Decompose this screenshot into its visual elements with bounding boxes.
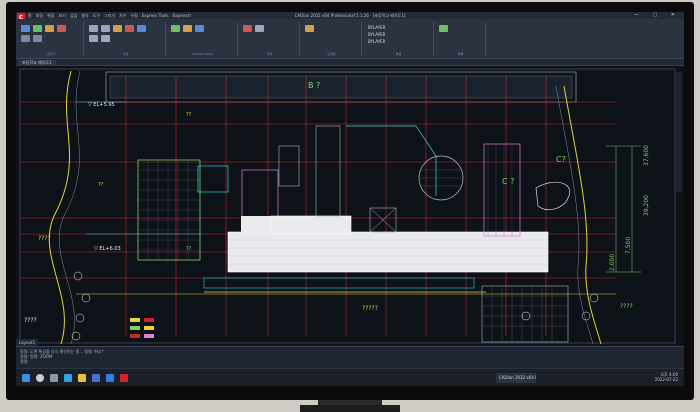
- ribbon-group-layer: 도면층: [302, 22, 362, 56]
- ribbon-group-draw: 그리기: [18, 22, 84, 56]
- central-block: [227, 231, 549, 273]
- monitor-bezel: C 홈 파일 편집 보기 삽입 형식 도구 그리기 치수 수정 Express Tools Expre…: [6, 2, 694, 400]
- label-small1: ??: [186, 246, 192, 252]
- label-q2: ????: [24, 317, 37, 324]
- mirror-tool-icon[interactable]: [89, 35, 98, 42]
- road-right: [563, 85, 602, 345]
- label-small2: ??: [98, 182, 104, 188]
- monitor-foot: [300, 405, 400, 412]
- command-prompt[interactable]: 명령:: [20, 359, 680, 364]
- active-task-button[interactable]: CADian 2022 x64 Professional: [496, 373, 536, 383]
- label-q3: ?????: [362, 305, 378, 312]
- dim-label-4: 2,000: [609, 254, 616, 271]
- label-el1: ▽ EL+5.95: [88, 102, 115, 108]
- label-c: C ?: [502, 177, 514, 186]
- ribbon-group-label: 수정: [122, 52, 129, 56]
- ribbon-group-label: Express Tools: [192, 52, 213, 56]
- lineweight-selector[interactable]: BYLAYER: [368, 39, 385, 44]
- building-bottom-right: [481, 285, 569, 343]
- ribbon-group-label: 그리기: [46, 52, 55, 56]
- ribbon-group-label: 주석: [266, 52, 273, 56]
- ribbon-group-label: 블록: [457, 52, 464, 56]
- rotate-tool-icon[interactable]: [113, 25, 122, 32]
- ribbon-group-label: 특성: [395, 52, 402, 56]
- offset-tool-icon[interactable]: [101, 35, 110, 42]
- express-tool-icon[interactable]: [195, 25, 204, 32]
- window-title: CADian 2022 x64 Professional 5.1.26 - [초…: [294, 13, 406, 18]
- document-tabs: 초등학교 배치도1: [16, 59, 684, 66]
- command-line[interactable]: 명령: 도면 특성을 다시 계산하는 중... 명령: 취소* 명령: 명령: …: [16, 346, 684, 368]
- mail-icon[interactable]: [106, 374, 114, 382]
- express-tool-icon[interactable]: [183, 25, 192, 32]
- layer-tool-icon[interactable]: [305, 25, 314, 32]
- extend-tool-icon[interactable]: [137, 25, 146, 32]
- dim-label-3: 7,500: [625, 237, 632, 254]
- taskbar: CADian 2022 x64 Professional 오후 4:00 202…: [16, 368, 684, 386]
- building-right-tall: [483, 143, 521, 237]
- ribbon-group-block: 블록: [436, 22, 486, 56]
- block-insert-icon[interactable]: [439, 25, 448, 32]
- store-icon[interactable]: [92, 374, 100, 382]
- road-left: [48, 70, 72, 345]
- windows-start-icon[interactable]: [22, 374, 30, 382]
- window-controls[interactable]: — ▢ ✕: [634, 12, 681, 19]
- ribbon-group-modify: 수정: [86, 22, 166, 56]
- ribbon: 그리기 수정 Express Tools 주석 도면층 BYLAYER BYLA…: [16, 19, 684, 59]
- hatch-tool-icon[interactable]: [33, 35, 42, 42]
- view-toolbar[interactable]: [676, 72, 682, 192]
- label-q4: ????: [620, 303, 633, 310]
- move-tool-icon[interactable]: [89, 25, 98, 32]
- circle-tool-icon[interactable]: [45, 25, 54, 32]
- cadian-icon[interactable]: [120, 374, 128, 382]
- drawing-frame: [19, 68, 676, 344]
- screen: C 홈 파일 편집 보기 삽입 형식 도구 그리기 치수 수정 Express Tools Expre…: [16, 12, 684, 386]
- clock-date: 2022-07-22: [654, 377, 678, 382]
- tab-layout1[interactable]: Layout1: [16, 339, 39, 346]
- explorer-icon[interactable]: [78, 374, 86, 382]
- polyline-tool-icon[interactable]: [33, 25, 42, 32]
- express-tool-icon[interactable]: [171, 25, 180, 32]
- drawing-viewport[interactable]: B ? C ? C? ▽ EL+5.95 ▽ EL+6.03 ???? ????…: [16, 66, 684, 346]
- ribbon-group-label: 도면층: [327, 52, 336, 56]
- title-bar: C 홈 파일 편집 보기 삽입 형식 도구 그리기 치수 수정 Express Tools Expre…: [16, 12, 684, 23]
- linetype-selector[interactable]: BYLAYER: [368, 32, 385, 37]
- ribbon-group-properties: BYLAYER BYLAYER BYLAYER 특성: [364, 22, 434, 56]
- label-el2: ▽ EL+6.03: [94, 246, 121, 252]
- edge-icon[interactable]: [64, 374, 72, 382]
- label-small3: ??: [186, 112, 192, 118]
- ribbon-group-annotate: 주석: [240, 22, 300, 56]
- dim-label-1: 37,600: [643, 145, 650, 166]
- search-icon[interactable]: [36, 374, 44, 382]
- line-tool-icon[interactable]: [21, 25, 30, 32]
- label-b: B ?: [308, 81, 320, 90]
- copy-tool-icon[interactable]: [101, 25, 110, 32]
- dim-label-2: 39,200: [643, 195, 650, 216]
- text-tool-icon[interactable]: [243, 25, 252, 32]
- task-view-icon[interactable]: [50, 374, 58, 382]
- trim-tool-icon[interactable]: [125, 25, 134, 32]
- color-selector[interactable]: BYLAYER: [368, 25, 385, 30]
- label-c2: C?: [556, 155, 566, 164]
- ribbon-group-express: Express Tools: [168, 22, 238, 56]
- label-q1: ????: [38, 235, 51, 242]
- cad-drawing[interactable]: B ? C ? C? ▽ EL+5.95 ▽ EL+6.03 ???? ????…: [16, 66, 684, 346]
- rectangle-tool-icon[interactable]: [21, 35, 30, 42]
- system-tray-clock[interactable]: 오후 4:00 2022-07-22: [655, 372, 678, 382]
- dimension-tool-icon[interactable]: [255, 25, 264, 32]
- arc-tool-icon[interactable]: [57, 25, 66, 32]
